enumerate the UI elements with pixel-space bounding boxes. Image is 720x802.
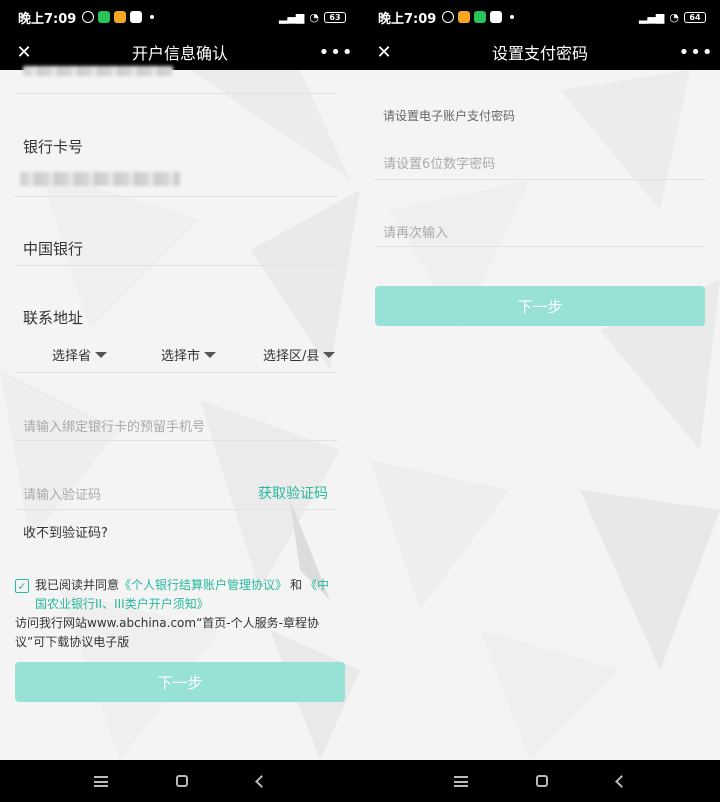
code-row: 请输入验证码 获取验证码	[15, 441, 338, 510]
status-bar: 晚上7:09 ▂▄▆ ◔ 63	[0, 0, 360, 34]
status-time: 晚上7:09	[18, 11, 77, 27]
app-icon	[490, 11, 503, 23]
menu-icon[interactable]	[94, 775, 109, 787]
menu-icon[interactable]	[454, 775, 469, 787]
bank-name: 中国银行	[23, 240, 84, 258]
page-title: 设置支付密码	[491, 44, 588, 63]
city-label: 选择市	[161, 349, 201, 364]
province-label: 选择省	[52, 349, 92, 364]
wifi-icon: ◔	[669, 10, 679, 24]
close-icon[interactable]: ✕	[370, 38, 398, 66]
no-code-link[interactable]: 收不到验证码?	[23, 522, 108, 541]
phone-row[interactable]: 请输入绑定银行卡的预留手机号	[15, 373, 338, 441]
wechat-icon	[474, 11, 487, 23]
home-icon[interactable]	[536, 775, 549, 787]
page-title: 开户信息确认	[131, 44, 228, 63]
battery-icon: 63	[324, 11, 346, 23]
city-select[interactable]: 选择市	[161, 345, 217, 364]
signal-icon: ▂▄▆	[639, 10, 665, 24]
masked-card-number[interactable]	[20, 172, 180, 186]
alarm-icon	[82, 11, 95, 23]
confirm-password-row[interactable]: 请再次输入	[375, 180, 705, 247]
form-content: 银行卡号 中国银行 联系地址 选择省 选择市 选择区/县 请输入绑定银行卡的预留…	[0, 66, 360, 760]
address-label: 联系地址	[23, 309, 84, 327]
title-bar: ✕ 设置支付密码 •••	[360, 34, 720, 70]
alarm-icon	[442, 11, 455, 23]
status-time: 晚上7:09	[378, 11, 437, 27]
code-input[interactable]: 请输入验证码	[23, 484, 101, 503]
system-nav-bar	[360, 760, 720, 802]
system-nav-bar	[0, 760, 360, 802]
battery-icon: 64	[684, 11, 706, 23]
next-button[interactable]: 下一步	[375, 286, 705, 326]
agree-and: 和	[290, 578, 303, 592]
password-content: 请设置电子账户支付密码 请设置6位数字密码 请再次输入 下一步	[360, 70, 720, 760]
wifi-icon: ◔	[309, 10, 319, 24]
app-icon	[114, 11, 127, 23]
confirm-password-input[interactable]: 请再次输入	[383, 222, 448, 241]
province-select[interactable]: 选择省	[52, 345, 108, 364]
bank-name-row: 中国银行	[15, 197, 338, 266]
title-bar: ✕ 开户信息确认 •••	[0, 34, 360, 70]
bank-card-label: 银行卡号	[23, 138, 84, 156]
download-note: 访问我行网站www.abchina.com“首页-个人服务-章程协议”可下载协议…	[15, 616, 319, 649]
dot-icon	[510, 15, 515, 19]
app-icon	[458, 11, 471, 23]
checkbox-checked-icon[interactable]: ✓	[15, 579, 29, 593]
home-icon[interactable]	[176, 775, 189, 787]
set-password-screen: 晚上7:09 ▂▄▆ ◔ 64 ✕ 设置支付密码 ••• 请设置电子账户支付密码	[360, 0, 720, 802]
signal-icon: ▂▄▆	[279, 10, 305, 24]
account-info-screen: 晚上7:09 ▂▄▆ ◔ 63 ✕ 开户信息确认 ••• 银行卡号 中国银行 联…	[0, 0, 360, 802]
address-row: 联系地址 选择省 选择市 选择区/县	[15, 266, 338, 373]
section-label: 请设置电子账户支付密码	[383, 109, 516, 123]
caret-down-icon	[204, 351, 217, 358]
phone-input[interactable]: 请输入绑定银行卡的预留手机号	[23, 416, 205, 435]
next-button[interactable]: 下一步	[15, 662, 345, 702]
app-icon	[130, 11, 143, 23]
close-icon[interactable]: ✕	[10, 38, 38, 66]
district-label: 选择区/县	[263, 349, 320, 364]
bank-card-row: 银行卡号	[15, 94, 338, 197]
agreement-block: ✓ 我已阅读并同意《个人银行结算账户管理协议》和《中国农业银行II、III类户开…	[15, 576, 340, 614]
caret-down-icon	[95, 351, 108, 358]
name-row	[15, 66, 338, 94]
more-icon[interactable]: •••	[319, 38, 353, 66]
status-bar: 晚上7:09 ▂▄▆ ◔ 64	[360, 0, 720, 34]
password-input[interactable]: 请设置6位数字密码	[383, 153, 495, 172]
back-icon[interactable]	[614, 774, 628, 788]
password-row[interactable]: 请设置6位数字密码	[375, 130, 705, 180]
back-icon[interactable]	[254, 774, 268, 788]
get-code-button[interactable]: 获取验证码	[258, 483, 328, 503]
more-icon[interactable]: •••	[679, 38, 713, 66]
dot-icon	[150, 15, 155, 19]
masked-name	[23, 66, 173, 76]
agreement-link-1[interactable]: 《个人银行结算账户管理协议》	[119, 578, 287, 592]
district-select[interactable]: 选择区/县	[263, 345, 336, 364]
wechat-icon	[98, 11, 111, 23]
agree-prefix: 我已阅读并同意	[35, 578, 120, 592]
caret-down-icon	[323, 351, 336, 358]
